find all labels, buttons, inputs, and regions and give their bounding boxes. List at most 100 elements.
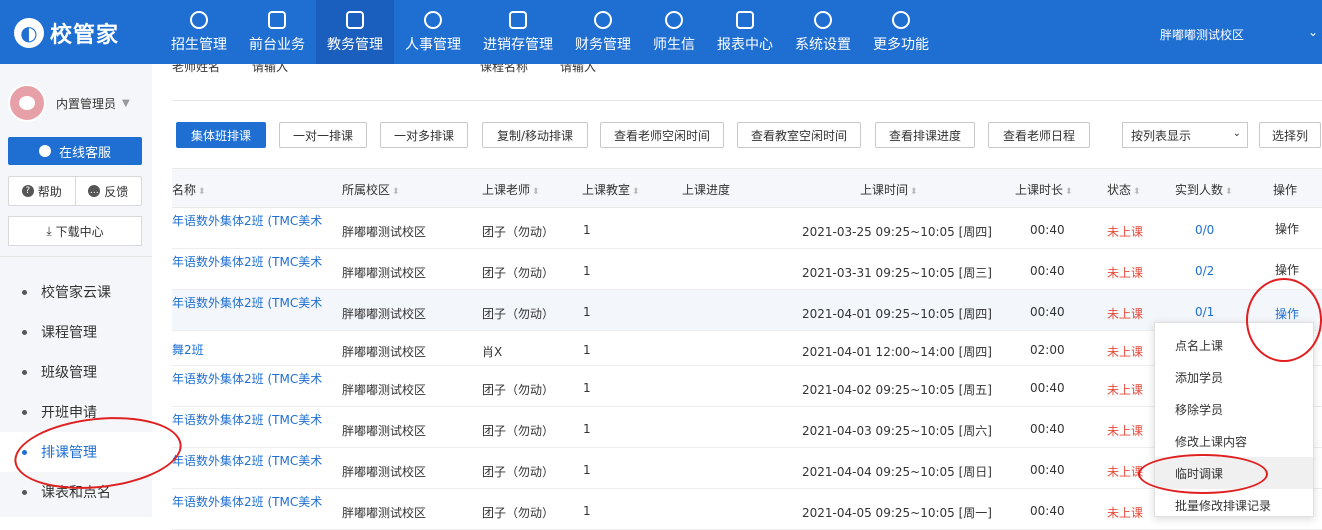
cell-class-name[interactable]: 年语数外集体2班 (TMC美术	[172, 212, 322, 229]
table-row[interactable]: 年语数外集体2班 (TMC美术 胖嘟嘟测试校区 团子（勿动） 1 2021-04-01 …	[172, 290, 1322, 331]
menu-item-add-student[interactable]: 添加学员	[1155, 361, 1313, 393]
cell-operation[interactable]: 操作	[1275, 305, 1299, 322]
teacher-agenda-button[interactable]: 查看老师日程	[988, 122, 1090, 148]
sidebar-item-class-manage[interactable]: 班级管理	[0, 352, 152, 392]
cell-status: 未上课	[1107, 306, 1144, 321]
cell-teacher: 团子（勿动）	[482, 505, 555, 520]
copy-move-schedule-button[interactable]: 复制/移动排课	[482, 122, 588, 148]
nav-item-messages[interactable]: 师生信	[642, 0, 706, 64]
avatar	[8, 84, 46, 122]
download-center-button[interactable]: ⤓ 下载中心	[8, 216, 142, 246]
cell-attendance[interactable]: 0/2	[1195, 264, 1214, 278]
sidebar-item-cloud-course[interactable]: 校管家云课	[0, 272, 152, 312]
table-row[interactable]: 年语数外集体2班 (TMC美术 胖嘟嘟测试校区 团子（勿动） 1 2021-04-04 …	[172, 448, 1322, 489]
sort-icon: ⬍	[632, 187, 640, 197]
cell-room: 1	[583, 380, 591, 395]
sidebar-item-timetable[interactable]: 课表和点名	[0, 472, 152, 512]
logo-icon: ◐	[14, 18, 44, 48]
table-row[interactable]: 舞2班 胖嘟嘟测试校区 肖X 1 2021-04-01 12:00~14:00 [周四]…	[172, 331, 1322, 366]
nav-item-inventory[interactable]: 进销存管理	[472, 0, 564, 64]
sidebar-item-label: 排课管理	[41, 445, 97, 461]
cell-class-name[interactable]: 年语数外集体2班 (TMC美术	[172, 294, 322, 311]
cell-duration: 00:40	[1030, 304, 1065, 319]
table-row[interactable]: 年语数外集体2班 (TMC美术 胖嘟嘟测试校区 团子（勿动） 1 2021-03-31 …	[172, 249, 1322, 290]
menu-item-edit-content[interactable]: 修改上课内容	[1155, 425, 1313, 457]
select-columns-button[interactable]: 选择列	[1259, 122, 1321, 148]
cell-duration: 00:40	[1030, 421, 1065, 436]
col-status[interactable]: 状态 ⬍	[1107, 181, 1141, 198]
table-row[interactable]: 年语数外集体2班 (TMC美术 胖嘟嘟测试校区 团子（勿动） 1 2021-03-25 …	[172, 208, 1322, 249]
cell-operation[interactable]: 操作	[1275, 220, 1299, 237]
feedback-icon: …	[88, 185, 101, 197]
cell-campus: 胖嘟嘟测试校区	[342, 306, 427, 321]
chat-icon	[38, 145, 51, 157]
nav-item-recruit[interactable]: 招生管理	[160, 0, 238, 64]
cell-class-name[interactable]: 年语数外集体2班 (TMC美术	[172, 253, 322, 270]
cell-duration: 00:40	[1030, 263, 1065, 278]
nav-item-academic[interactable]: 教务管理	[316, 0, 394, 64]
cell-teacher: 团子（勿动）	[482, 224, 555, 239]
filter-divider	[172, 100, 1322, 101]
schedule-progress-button[interactable]: 查看排课进度	[875, 122, 975, 148]
sidebar-item-scheduling[interactable]: 排课管理	[0, 432, 152, 472]
cell-duration: 00:40	[1030, 503, 1065, 518]
menu-item-roll-call[interactable]: 点名上课	[1155, 329, 1313, 361]
menu-item-batch-edit[interactable]: 批量修改排课记录	[1155, 489, 1313, 521]
sidebar-item-class-apply[interactable]: 开班申请	[0, 392, 152, 432]
course-filter-input[interactable]: 请输入	[560, 64, 596, 75]
one-on-one-schedule-button[interactable]: 一对一排课	[279, 122, 367, 148]
classroom-free-time-button[interactable]: 查看教室空闲时间	[737, 122, 861, 148]
cell-duration: 02:00	[1030, 342, 1065, 357]
cell-time: 2021-04-01 09:25~10:05 [周四]	[802, 306, 992, 321]
cell-attendance[interactable]: 0/0	[1195, 223, 1214, 237]
caret-down-icon: ▼	[122, 97, 130, 109]
user-menu[interactable]: 内置管理员 ▼	[8, 84, 130, 122]
sidebar: 内置管理员 ▼ 在线客服 ? 帮助 … 反馈 ⤓ 下载中心 校管家云课 课程管理 班…	[0, 64, 152, 517]
cell-status: 未上课	[1107, 382, 1144, 397]
cell-campus: 胖嘟嘟测试校区	[342, 344, 427, 359]
table-row[interactable]: 年语数外集体2班 (TMC美术 胖嘟嘟测试校区 团子（勿动） 1 2021-04-02 …	[172, 366, 1322, 407]
cell-class-name[interactable]: 舞2班	[172, 341, 204, 358]
menu-item-temp-reschedule[interactable]: 临时调课	[1155, 457, 1313, 489]
one-to-many-schedule-button[interactable]: 一对多排课	[380, 122, 468, 148]
cell-operation[interactable]: 操作	[1275, 261, 1299, 278]
col-attendance[interactable]: 实到人数 ⬍	[1175, 181, 1233, 198]
logo[interactable]: ◐ 校管家	[14, 18, 119, 48]
col-campus[interactable]: 所属校区 ⬍	[342, 181, 400, 198]
help-icon: ?	[21, 185, 34, 197]
cell-attendance[interactable]: 0/1	[1195, 305, 1214, 319]
online-service-button[interactable]: 在线客服	[8, 137, 142, 165]
cell-class-name[interactable]: 年语数外集体2班 (TMC美术	[172, 493, 322, 510]
campus-select-value: 胖嘟嘟测试校区	[1160, 27, 1245, 42]
help-button[interactable]: ? 帮助	[9, 177, 75, 205]
inventory-icon	[509, 10, 527, 29]
cell-class-name[interactable]: 年语数外集体2班 (TMC美术	[172, 370, 322, 387]
nav-item-front-desk[interactable]: 前台业务	[238, 0, 316, 64]
view-mode-select[interactable]: 按列表显示 ⌄	[1122, 122, 1248, 148]
cell-class-name[interactable]: 年语数外集体2班 (TMC美术	[172, 411, 322, 428]
sidebar-divider	[0, 256, 152, 257]
nav-item-more[interactable]: 更多功能	[862, 0, 940, 64]
feedback-button[interactable]: … 反馈	[74, 177, 142, 205]
col-teacher[interactable]: 上课老师 ⬍	[482, 181, 540, 198]
bullet-icon	[22, 449, 27, 455]
cell-class-name[interactable]: 年语数外集体2班 (TMC美术	[172, 452, 322, 469]
campus-select[interactable]: 胖嘟嘟测试校区 ⌄	[1160, 22, 1322, 46]
col-name[interactable]: 名称 ⬍	[172, 181, 206, 198]
group-class-schedule-button[interactable]: 集体班排课	[176, 122, 266, 148]
col-room[interactable]: 上课教室 ⬍	[582, 181, 640, 198]
nav-item-settings[interactable]: 系统设置	[784, 0, 862, 64]
teacher-filter-input[interactable]: 请输入	[252, 64, 288, 75]
sort-icon: ⬍	[532, 187, 540, 197]
col-time[interactable]: 上课时间 ⬍	[860, 181, 918, 198]
nav-item-finance[interactable]: 财务管理	[564, 0, 642, 64]
teacher-free-time-button[interactable]: 查看老师空闲时间	[600, 122, 724, 148]
table-row[interactable]: 年语数外集体2班 (TMC美术 胖嘟嘟测试校区 团子（勿动） 1 2021-04-05 …	[172, 489, 1322, 530]
nav-item-hr[interactable]: 人事管理	[394, 0, 472, 64]
cell-duration: 00:40	[1030, 380, 1065, 395]
table-row[interactable]: 年语数外集体2班 (TMC美术 胖嘟嘟测试校区 团子（勿动） 1 2021-04-03 …	[172, 407, 1322, 448]
col-duration[interactable]: 上课时长 ⬍	[1015, 181, 1073, 198]
nav-item-reports[interactable]: 报表中心	[706, 0, 784, 64]
menu-item-remove-student[interactable]: 移除学员	[1155, 393, 1313, 425]
sidebar-item-course-manage[interactable]: 课程管理	[0, 312, 152, 352]
